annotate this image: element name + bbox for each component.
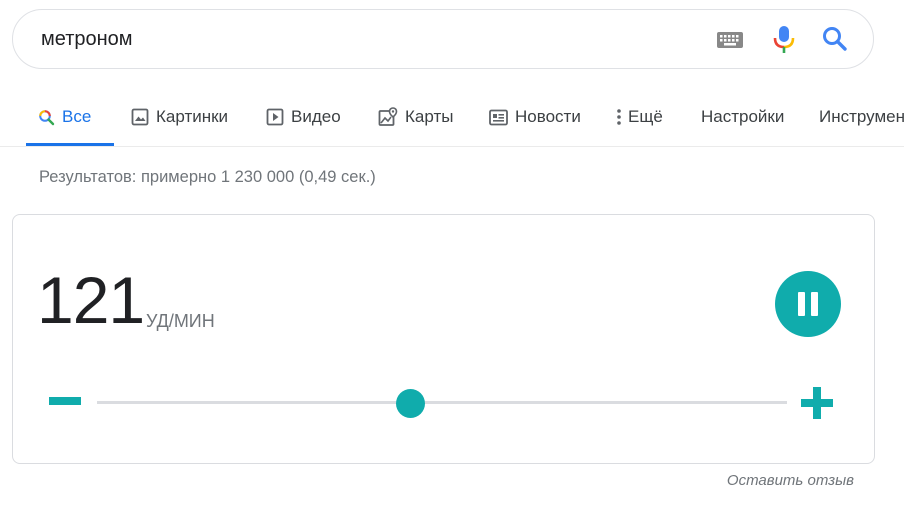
- feedback-link[interactable]: Оставить отзыв: [727, 472, 854, 489]
- tabs-divider: [0, 146, 904, 147]
- increase-tempo-button[interactable]: [801, 387, 833, 419]
- tab-video[interactable]: Видео: [266, 88, 341, 146]
- tab-images[interactable]: Картинки: [131, 88, 228, 146]
- tempo-slider-track[interactable]: [97, 401, 787, 404]
- pause-icon: [798, 292, 805, 316]
- tab-all[interactable]: Все: [38, 88, 91, 146]
- tab-label: Инструменты: [819, 107, 904, 126]
- metronome-card: 121 УД/МИН: [12, 214, 875, 464]
- tab-label: Картинки: [156, 107, 229, 126]
- decrease-tempo-button[interactable]: [49, 397, 81, 405]
- map-icon: [378, 107, 398, 126]
- pause-button[interactable]: [775, 271, 841, 337]
- image-icon: [131, 108, 149, 126]
- search-icon[interactable]: [821, 25, 849, 53]
- more-vert-icon: [617, 109, 621, 125]
- pause-icon: [811, 292, 818, 316]
- tab-label: Видео: [291, 107, 341, 126]
- tab-maps[interactable]: Карты: [378, 88, 453, 146]
- tab-label: Новости: [515, 107, 581, 126]
- bpm-value: 121: [37, 263, 145, 337]
- search-input[interactable]: метроном: [41, 28, 133, 51]
- search-bar[interactable]: метроном: [12, 9, 874, 69]
- keyboard-icon[interactable]: [716, 30, 744, 50]
- search-tabs: Все Картинки Видео Карты Новости Ещё Нас…: [0, 88, 904, 147]
- play-icon: [266, 108, 284, 126]
- tab-label: Ещё: [628, 107, 663, 126]
- tempo-slider-thumb[interactable]: [396, 389, 426, 418]
- search-icon: [39, 109, 55, 125]
- plus-icon: [813, 387, 821, 419]
- tab-label: Настройки: [701, 107, 785, 126]
- tab-settings[interactable]: Настройки: [701, 88, 784, 146]
- tab-more[interactable]: Ещё: [615, 88, 663, 146]
- bpm-unit-label: УД/МИН: [146, 311, 215, 331]
- mic-icon[interactable]: [772, 24, 796, 54]
- result-stats: Результатов: примерно 1 230 000 (0,49 се…: [39, 168, 376, 186]
- tab-label: Карты: [405, 107, 454, 126]
- tab-news[interactable]: Новости: [489, 88, 581, 146]
- tab-tools[interactable]: Инструменты: [819, 88, 904, 146]
- tab-label: Все: [62, 107, 92, 126]
- news-icon: [489, 109, 508, 125]
